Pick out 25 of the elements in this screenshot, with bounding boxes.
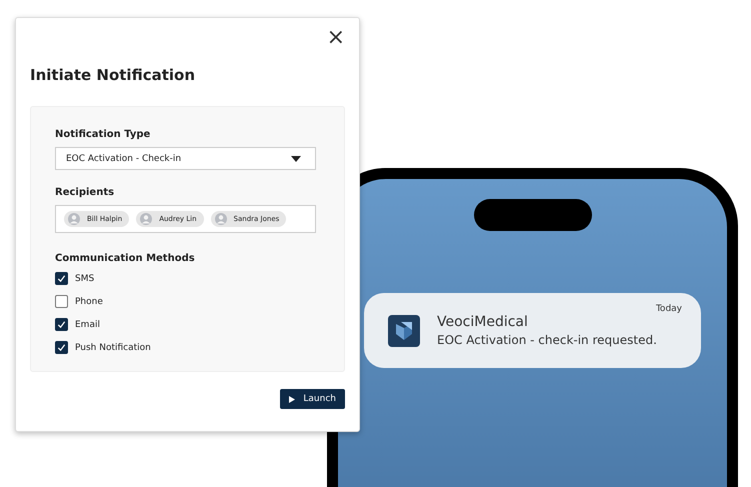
notification-type-dropdown[interactable]: EOC Activation - Check-in [55, 147, 316, 170]
notification-app-name: VeociMedical [437, 314, 529, 330]
notification-card[interactable]: Today VeociMedical EOC Activation - check-in requested. [364, 293, 701, 368]
checkbox[interactable] [55, 295, 68, 308]
checkbox-label: SMS [75, 274, 94, 284]
checkbox[interactable] [55, 341, 68, 354]
play-icon [289, 396, 296, 402]
dialog-title: Initiate Notification [30, 66, 196, 86]
checkbox[interactable] [55, 318, 68, 331]
avatar-icon [68, 213, 80, 225]
field-label: Notification Type [55, 129, 152, 140]
field-label: Recipients [55, 187, 116, 198]
checkbox-label: Push Notification [75, 342, 151, 352]
avatar-icon [140, 213, 152, 225]
notification-time: Today [656, 304, 682, 314]
caret-icon [291, 156, 301, 162]
checkbox-label: Email [75, 320, 100, 330]
checkbox-label: Phone [75, 296, 103, 306]
notification-message: EOC Activation - check-in requested. [437, 333, 657, 347]
close-button[interactable]: × [326, 28, 345, 48]
app-logo-icon [388, 314, 420, 346]
field-label: Communication Methods [55, 253, 196, 264]
checkbox[interactable] [55, 272, 68, 285]
avatar-icon [214, 213, 227, 225]
launch-button[interactable]: Launch [280, 389, 345, 409]
